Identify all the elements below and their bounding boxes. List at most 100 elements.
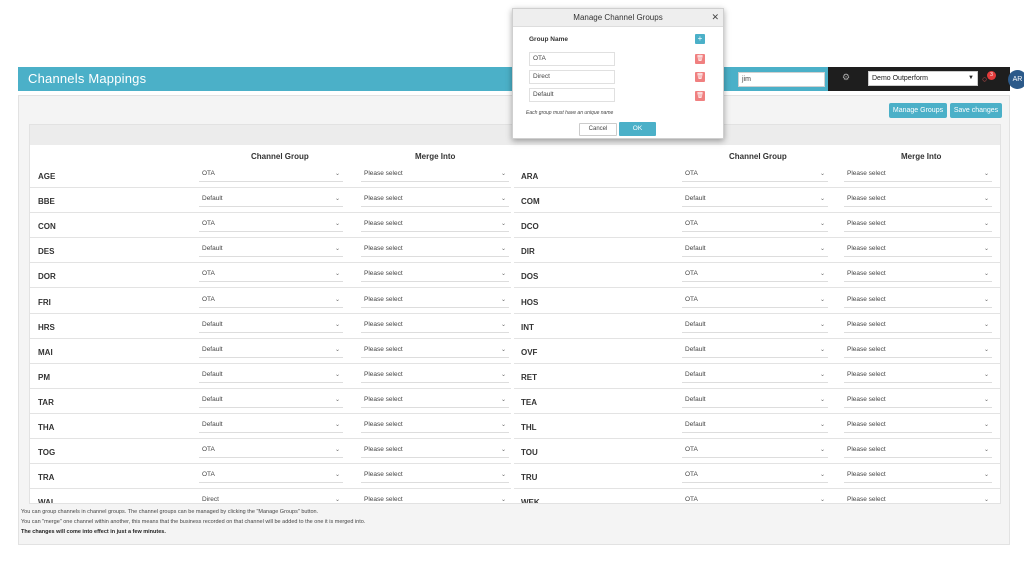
notification-badge: 3	[987, 71, 996, 80]
merge-into-select[interactable]: Please select ⌄	[844, 494, 992, 503]
chevron-down-icon: ⌄	[819, 371, 825, 378]
hotel-select[interactable]: Demo Outperform ▼	[868, 71, 978, 86]
merge-into-select-value: Please select	[847, 220, 886, 228]
merge-into-select[interactable]: Please select ⌄	[844, 218, 992, 233]
merge-into-select[interactable]: Please select ⌄	[844, 268, 992, 283]
close-icon[interactable]: ✕	[711, 12, 719, 23]
chevron-down-icon: ⌄	[983, 321, 989, 328]
chevron-down-icon: ⌄	[983, 472, 989, 479]
table-row: DIR Default ⌄ Please select ⌄	[30, 238, 1000, 264]
channel-group-select[interactable]: OTA ⌄	[682, 268, 828, 283]
channel-group-select[interactable]: OTA ⌄	[682, 494, 828, 504]
channel-code: TOU	[521, 448, 538, 458]
chevron-down-icon: ⌄	[819, 171, 825, 177]
channel-code: DCO	[521, 222, 539, 232]
channel-group-select[interactable]: Default ⌄	[682, 368, 828, 383]
channel-group-select[interactable]: Default ⌄	[682, 419, 828, 433]
merge-into-select[interactable]: Please select ⌄	[844, 393, 992, 408]
delete-group-button[interactable]: 🗑	[695, 91, 705, 101]
merge-into-select-value: Please select	[847, 195, 886, 203]
chevron-down-icon: ⌄	[819, 396, 825, 403]
group-name-input[interactable]: OTA	[529, 52, 615, 66]
channel-group-select-value: OTA	[685, 170, 698, 177]
merge-into-select[interactable]: Please select ⌄	[844, 243, 992, 258]
channel-group-select[interactable]: Default ⌄	[682, 393, 828, 408]
chevron-down-icon: ⌄	[983, 447, 989, 454]
channel-group-select-value: Default	[685, 245, 706, 253]
chevron-down-icon: ⌄	[819, 497, 825, 504]
notifications-button[interactable]: ○ 3	[982, 71, 996, 84]
delete-group-button[interactable]: 🗑	[695, 54, 705, 64]
column-header-channel-group-right: Channel Group	[729, 152, 787, 161]
modal-note: Each group must have an unique name	[526, 110, 614, 116]
merge-into-select[interactable]: Please select ⌄	[844, 293, 992, 308]
channel-group-select[interactable]: Default ⌄	[682, 193, 828, 208]
merge-into-select[interactable]: Please select ⌄	[844, 419, 992, 433]
chevron-down-icon: ⌄	[983, 396, 989, 403]
add-group-button[interactable]: +	[695, 34, 705, 44]
merge-into-select-value: Please select	[847, 170, 886, 177]
chevron-down-icon: ⌄	[819, 271, 825, 278]
channel-group-select-value: OTA	[685, 496, 698, 504]
channel-group-select[interactable]: OTA ⌄	[682, 469, 828, 484]
channel-group-select-value: Default	[685, 195, 706, 203]
table-row: DOS OTA ⌄ Please select ⌄	[30, 263, 1000, 289]
footer-note-effect: The changes will come into effect in jus…	[21, 529, 166, 535]
chevron-down-icon: ⌄	[819, 447, 825, 454]
channel-group-select-value: Default	[685, 421, 706, 428]
chevron-down-icon: ⌄	[819, 346, 825, 353]
footer-note-merge: You can "merge" one channel within anoth…	[21, 519, 366, 525]
merge-into-select[interactable]: Please select ⌄	[844, 469, 992, 484]
channel-group-select-value: Default	[685, 370, 706, 378]
table-row: DCO OTA ⌄ Please select ⌄	[30, 213, 1000, 239]
merge-into-select[interactable]: Please select ⌄	[844, 343, 992, 358]
merge-into-select-value: Please select	[847, 395, 886, 403]
merge-into-select-value: Please select	[847, 245, 886, 253]
chevron-down-icon: ⌄	[983, 296, 989, 303]
chevron-down-icon: ⌄	[983, 271, 989, 278]
chevron-down-icon: ⌄	[983, 196, 989, 203]
channel-group-select-value: Default	[685, 395, 706, 403]
merge-into-select[interactable]: Please select ⌄	[844, 368, 992, 383]
manage-groups-button[interactable]: Manage Groups	[889, 103, 947, 118]
channel-group-select[interactable]: Default ⌄	[682, 243, 828, 258]
table-row: WEK OTA ⌄ Please select ⌄	[30, 489, 1000, 504]
merge-into-select[interactable]: Please select ⌄	[844, 444, 992, 459]
group-name-label: Group Name	[529, 36, 569, 43]
group-name-input[interactable]: Direct	[529, 70, 615, 84]
channel-group-select[interactable]: OTA ⌄	[682, 293, 828, 308]
merge-into-select[interactable]: Please select ⌄	[844, 168, 992, 182]
merge-into-select-value: Please select	[847, 446, 886, 454]
channel-group-select[interactable]: OTA ⌄	[682, 168, 828, 182]
merge-into-select[interactable]: Please select ⌄	[844, 193, 992, 208]
table-row: TRU OTA ⌄ Please select ⌄	[30, 464, 1000, 490]
channel-code: RET	[521, 372, 537, 382]
channel-group-select-value: OTA	[685, 446, 698, 454]
chevron-down-icon: ⌄	[819, 246, 825, 253]
cancel-button[interactable]: Cancel	[579, 123, 617, 136]
chevron-down-icon: ▼	[968, 75, 974, 81]
hotel-select-value: Demo Outperform	[872, 75, 929, 82]
channel-group-select[interactable]: Default ⌄	[682, 343, 828, 358]
hotel-icon[interactable]: ⚙	[842, 72, 852, 84]
avatar[interactable]: AR	[1008, 70, 1024, 89]
save-changes-button[interactable]: Save changes	[950, 103, 1002, 118]
merge-into-select[interactable]: Please select ⌄	[844, 318, 992, 333]
channel-code: DIR	[521, 247, 535, 257]
column-header-merge-into-left: Merge Into	[415, 152, 456, 161]
channel-group-select-value: OTA	[685, 220, 698, 228]
channel-group-select[interactable]: OTA ⌄	[682, 218, 828, 233]
group-name-input[interactable]: Default	[529, 88, 615, 102]
channel-code: HOS	[521, 297, 539, 307]
channel-group-select-value: Default	[685, 345, 706, 353]
page-title: Channels Mappings	[28, 71, 147, 86]
search-input[interactable]: jim	[738, 72, 825, 87]
chevron-down-icon: ⌄	[983, 371, 989, 378]
delete-group-button[interactable]: 🗑	[695, 72, 705, 82]
manage-groups-modal: Manage Channel Groups ✕ Group Name + OTA…	[512, 8, 724, 139]
channel-group-select[interactable]: Default ⌄	[682, 318, 828, 333]
modal-header: Manage Channel Groups ✕	[513, 9, 723, 27]
ok-button[interactable]: OK	[619, 122, 656, 136]
channel-group-select[interactable]: OTA ⌄	[682, 444, 828, 459]
chevron-down-icon: ⌄	[983, 171, 989, 177]
